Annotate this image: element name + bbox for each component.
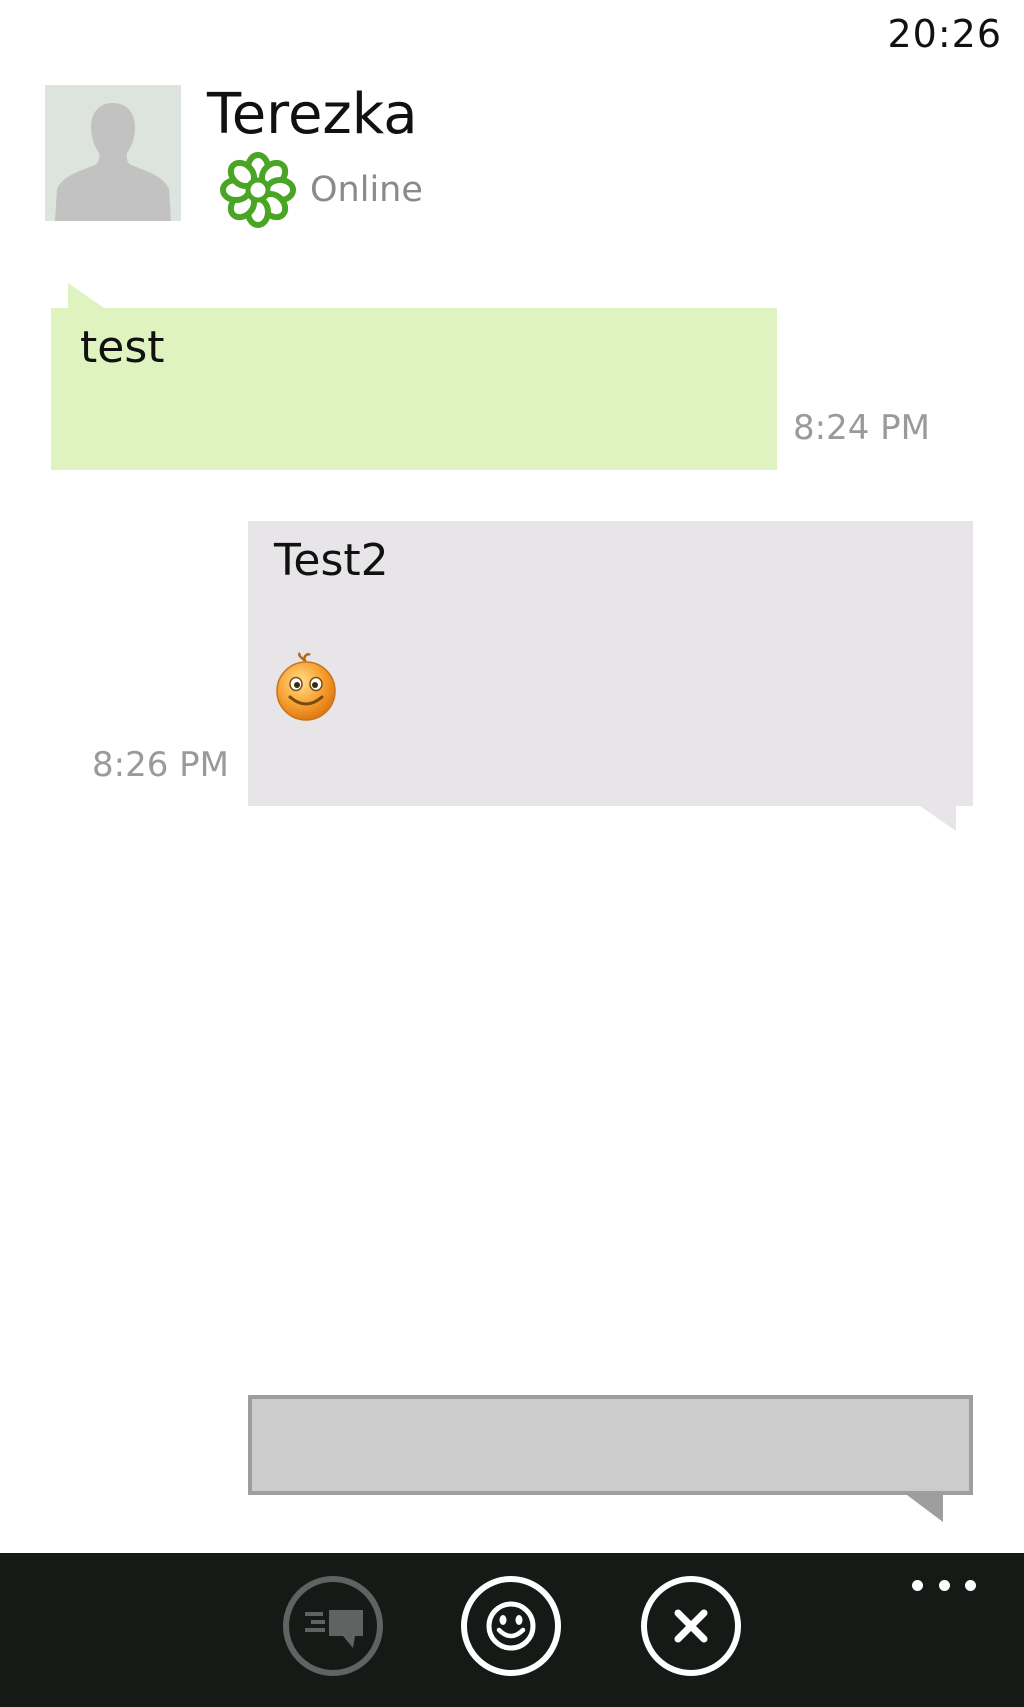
dot <box>912 1579 923 1591</box>
emoticon-button[interactable] <box>461 1576 561 1676</box>
status-clock: 20:26 <box>887 12 1002 56</box>
bubble-tail <box>68 283 104 308</box>
icq-flower-icon <box>220 152 296 228</box>
message-text: test <box>80 322 165 373</box>
presence-status: Online <box>310 170 423 210</box>
close-chat-button[interactable] <box>641 1576 741 1676</box>
person-silhouette-icon <box>45 85 181 221</box>
contact-avatar[interactable] <box>45 85 181 221</box>
compose-tail <box>907 1495 943 1522</box>
smiley-face-icon <box>276 652 336 721</box>
smiley-icon <box>486 1601 536 1651</box>
message-timestamp: 8:26 PM <box>92 745 229 785</box>
bubble-tail <box>920 806 956 831</box>
message-input[interactable] <box>248 1395 973 1495</box>
message-bubble-incoming[interactable]: test <box>51 283 777 470</box>
message-history-button[interactable] <box>283 1576 383 1676</box>
close-icon <box>674 1609 708 1643</box>
message-timestamp: 8:24 PM <box>793 408 930 448</box>
message-bubble-outgoing[interactable]: Test2 <box>248 521 973 831</box>
more-ellipsis-icon[interactable] <box>912 1573 976 1597</box>
message-text: Test2 <box>274 535 389 586</box>
app-bar <box>0 1553 1024 1707</box>
contact-name: Terezka <box>207 82 418 147</box>
dot <box>965 1579 976 1591</box>
dot <box>938 1579 950 1591</box>
chat-screen: 20:26 Terezka Online test 8:24 PM Test2 <box>0 0 1024 1707</box>
message-history-icon <box>305 1610 363 1648</box>
